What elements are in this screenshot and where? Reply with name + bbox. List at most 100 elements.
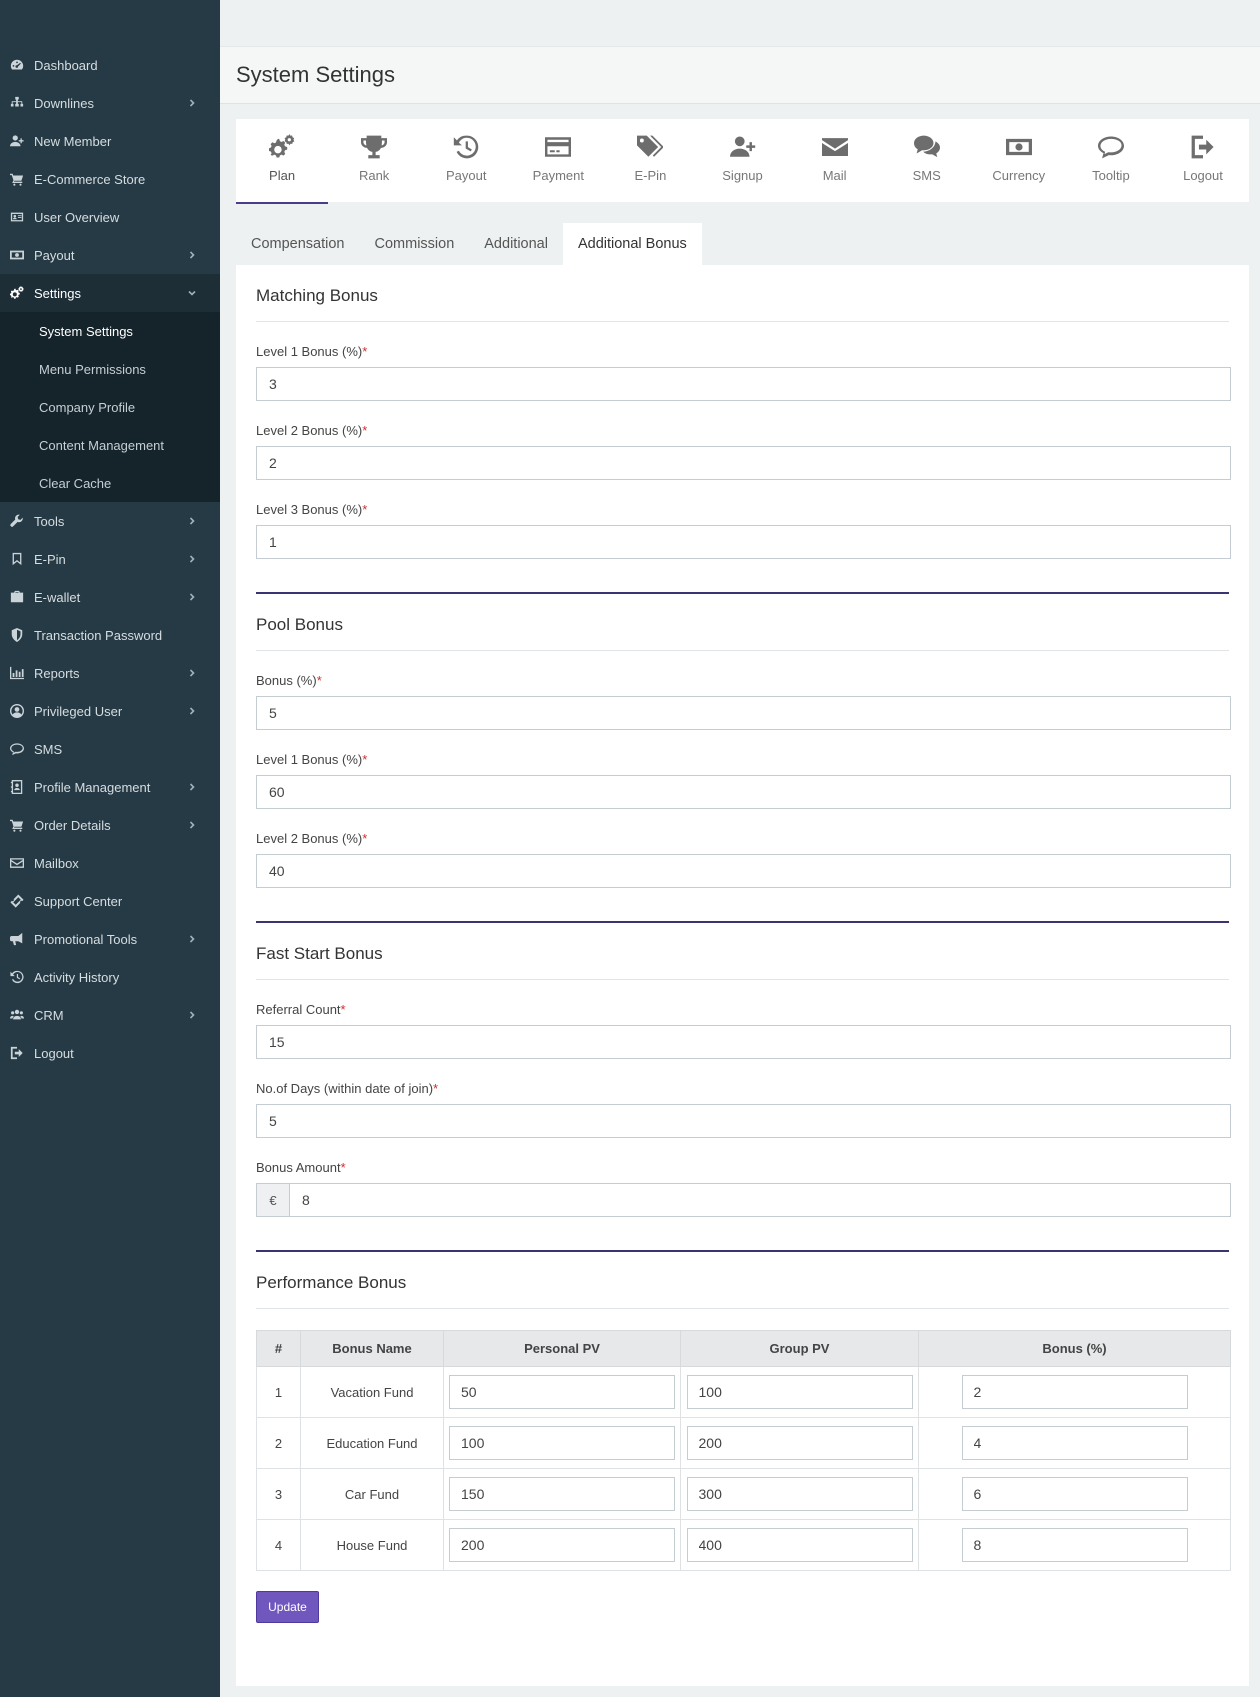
no-of-days-within-date-of-join-input[interactable] <box>256 1104 1231 1138</box>
id-card-icon <box>0 210 34 224</box>
sidebar-subitem-company-profile[interactable]: Company Profile <box>0 388 220 426</box>
sidebar-item-transaction-password[interactable]: Transaction Password <box>0 616 220 654</box>
dashboard-icon <box>0 58 34 72</box>
tab-tooltip[interactable]: Tooltip <box>1065 119 1157 202</box>
sidebar-item-profile-management[interactable]: Profile Management <box>0 768 220 806</box>
user-plus-icon <box>0 134 34 148</box>
section-title: Performance Bonus <box>256 1252 1229 1309</box>
money-icon <box>1004 134 1034 160</box>
sidebar-item-e-wallet[interactable]: E-wallet <box>0 578 220 616</box>
sidebar-item-mailbox[interactable]: Mailbox <box>0 844 220 882</box>
required-marker: * <box>340 1002 346 1017</box>
tab-label: Plan <box>269 168 296 183</box>
field-label: Bonus Amount* <box>256 1160 1229 1178</box>
personal-pv-input[interactable] <box>449 1375 675 1409</box>
tab-label: Rank <box>358 168 390 183</box>
sidebar-item-label: New Member <box>34 133 112 149</box>
level-1-bonus-input[interactable] <box>256 775 1231 809</box>
bonus-input[interactable] <box>256 696 1231 730</box>
sidebar-item-settings[interactable]: Settings <box>0 274 220 312</box>
sidebar-item-logout[interactable]: Logout <box>0 1034 220 1072</box>
level-1-bonus-input[interactable] <box>256 367 1231 401</box>
subtab-additional-bonus[interactable]: Additional Bonus <box>562 223 702 265</box>
sidebar-item-support-center[interactable]: Support Center <box>0 882 220 920</box>
bonus-percent-input[interactable] <box>961 1426 1188 1460</box>
sidebar-item-e-pin[interactable]: E-Pin <box>0 540 220 578</box>
money-icon <box>0 248 34 262</box>
level-3-bonus-input[interactable] <box>256 525 1231 559</box>
envelope-icon <box>820 134 850 160</box>
history-icon <box>451 134 481 160</box>
sidebar-item-payout[interactable]: Payout <box>0 236 220 274</box>
sidebar-item-new-member[interactable]: New Member <box>0 122 220 160</box>
tab-payment[interactable]: Payment <box>512 119 604 202</box>
sidebar-item-dashboard[interactable]: Dashboard <box>0 46 220 84</box>
chevron-right-icon <box>188 920 196 958</box>
subtab-additional[interactable]: Additional <box>469 223 563 265</box>
tab-label: Mail <box>822 168 847 183</box>
bonus-percent-input[interactable] <box>961 1477 1188 1511</box>
sidebar-item-e-commerce-store[interactable]: E-Commerce Store <box>0 160 220 198</box>
comments-icon <box>912 134 942 160</box>
sidebar-item-label: Downlines <box>34 95 94 111</box>
level-3-bonus-field: Level 3 Bonus (%)* <box>256 502 1231 559</box>
sidebar-item-privileged-user[interactable]: Privileged User <box>0 692 220 730</box>
sidebar-item-order-details[interactable]: Order Details <box>0 806 220 844</box>
field-label: Level 3 Bonus (%)* <box>256 502 1229 520</box>
required-marker: * <box>362 752 368 767</box>
referral-count-input[interactable] <box>256 1025 1231 1059</box>
personal-pv-input[interactable] <box>449 1528 675 1562</box>
tab-currency[interactable]: Currency <box>973 119 1065 202</box>
sidebar-item-user-overview[interactable]: User Overview <box>0 198 220 236</box>
group-pv-input[interactable] <box>686 1426 913 1460</box>
table-row: 4 House Fund <box>256 1519 1231 1571</box>
tab-e-pin[interactable]: E-Pin <box>604 119 696 202</box>
performance-bonus-table: # Bonus Name Personal PV Group PV Bonus … <box>256 1330 1231 1571</box>
bonus-percent-input[interactable] <box>961 1528 1188 1562</box>
personal-pv-input[interactable] <box>449 1477 675 1511</box>
sidebar-subitem-menu-permissions[interactable]: Menu Permissions <box>0 350 220 388</box>
group-pv-input[interactable] <box>686 1528 913 1562</box>
tab-mail[interactable]: Mail <box>789 119 881 202</box>
sidebar-subitem-system-settings[interactable]: System Settings <box>0 312 220 350</box>
sidebar-item-promotional-tools[interactable]: Promotional Tools <box>0 920 220 958</box>
sidebar-item-activity-history[interactable]: Activity History <box>0 958 220 996</box>
group-pv-cell <box>680 1519 919 1571</box>
sidebar-item-sms[interactable]: SMS <box>0 730 220 768</box>
table-row: 1 Vacation Fund <box>256 1366 1231 1418</box>
sidebar-item-label: Mailbox <box>34 855 79 871</box>
level-2-bonus-input[interactable] <box>256 446 1231 480</box>
personal-pv-cell <box>443 1366 681 1418</box>
tab-payout[interactable]: Payout <box>420 119 512 202</box>
sidebar-item-label: Reports <box>34 665 80 681</box>
tab-logout[interactable]: Logout <box>1157 119 1249 202</box>
sidebar-item-reports[interactable]: Reports <box>0 654 220 692</box>
level-2-bonus-input[interactable] <box>256 854 1231 888</box>
update-button[interactable]: Update <box>256 1591 319 1623</box>
chevron-down-icon <box>188 274 196 312</box>
personal-pv-input[interactable] <box>449 1426 675 1460</box>
bookmark-icon <box>0 552 34 566</box>
sidebar-subitem-clear-cache[interactable]: Clear Cache <box>0 464 220 502</box>
bonus-percent-input[interactable] <box>961 1375 1188 1409</box>
sidebar-item-downlines[interactable]: Downlines <box>0 84 220 122</box>
subtab-compensation[interactable]: Compensation <box>236 223 360 265</box>
tab-sms[interactable]: SMS <box>881 119 973 202</box>
sidebar-item-tools[interactable]: Tools <box>0 502 220 540</box>
field-label: Level 1 Bonus (%)* <box>256 344 1229 362</box>
level-1-bonus-field: Level 1 Bonus (%)* <box>256 752 1231 809</box>
bonus-percent-cell <box>918 1468 1231 1520</box>
subtab-commission[interactable]: Commission <box>360 223 470 265</box>
tab-rank[interactable]: Rank <box>328 119 420 202</box>
sidebar-subitem-content-management[interactable]: Content Management <box>0 426 220 464</box>
group-pv-input[interactable] <box>686 1375 913 1409</box>
tab-label: E-Pin <box>634 168 667 183</box>
tab-signup[interactable]: Signup <box>696 119 788 202</box>
personal-pv-cell <box>443 1468 681 1520</box>
comment-icon <box>0 742 34 756</box>
group-pv-input[interactable] <box>686 1477 913 1511</box>
sidebar-item-crm[interactable]: CRM <box>0 996 220 1034</box>
sidebar-item-label: Profile Management <box>34 779 151 795</box>
tab-plan[interactable]: Plan <box>236 119 329 204</box>
bonus-amount-input[interactable] <box>289 1183 1231 1217</box>
